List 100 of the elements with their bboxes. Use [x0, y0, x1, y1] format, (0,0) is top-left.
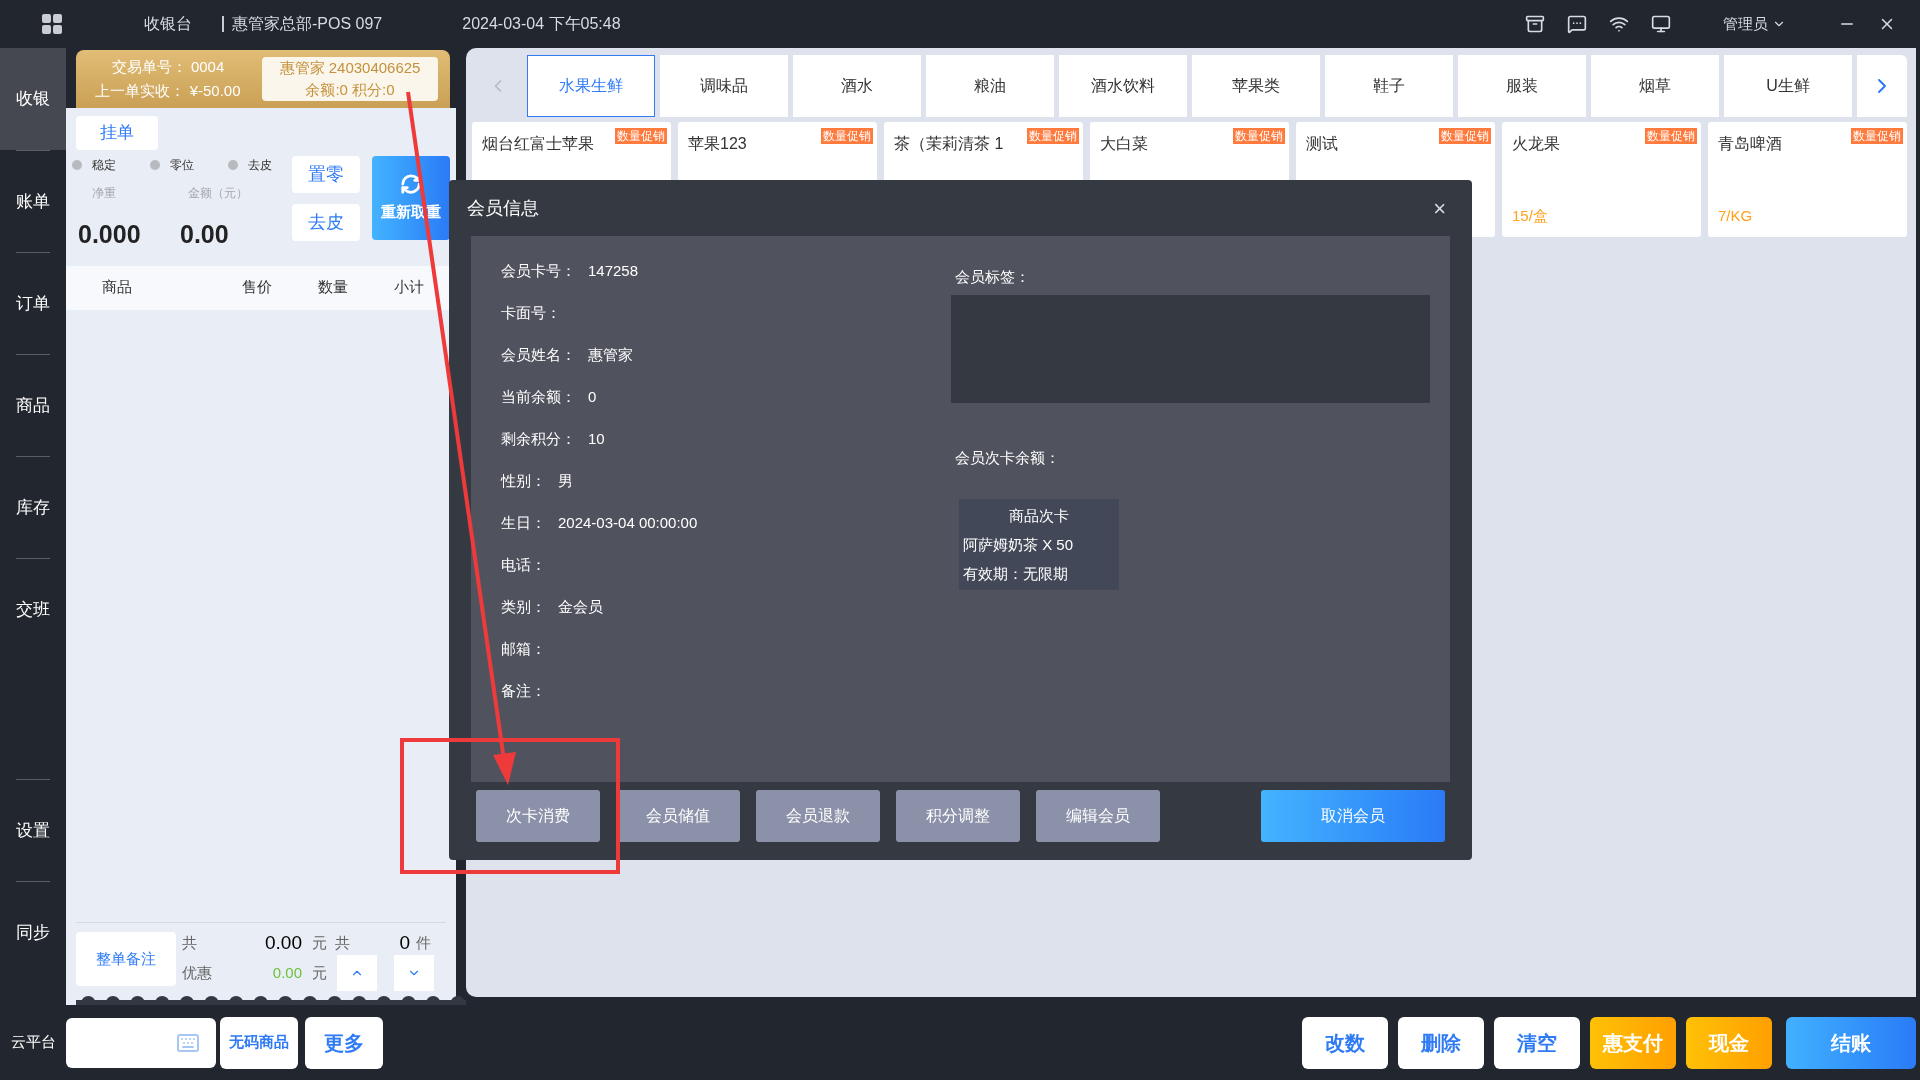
discount-amount: 0.00	[271, 962, 302, 983]
nav-item[interactable]: 收银	[0, 48, 66, 150]
apps-grid-icon[interactable]	[40, 12, 64, 36]
category-tab[interactable]: 烟草	[1591, 55, 1719, 117]
nav-item[interactable]: 账单	[16, 150, 50, 252]
promo-badge: 数量促销	[1851, 128, 1903, 144]
hold-order-button[interactable]: 挂单	[76, 116, 158, 150]
category-tab[interactable]: 酒水	[793, 55, 921, 117]
field-label: 会员卡号：	[501, 260, 576, 281]
card-balance-label: 会员次卡余额：	[955, 447, 1061, 468]
promo-badge: 数量促销	[821, 128, 873, 144]
product-price: 7/KG	[1718, 205, 1753, 226]
status-label: 稳定	[92, 157, 116, 174]
product-name: 大白菜	[1100, 134, 1148, 154]
wifi-icon[interactable]	[1609, 14, 1629, 34]
column-header: 小计	[394, 277, 424, 298]
monitor-icon[interactable]	[1651, 14, 1671, 34]
chat-icon[interactable]	[1567, 14, 1587, 34]
promo-badge: 数量促销	[1645, 128, 1697, 144]
nav-item[interactable]: 云平台	[0, 1031, 66, 1054]
tags-label: 会员标签：	[955, 267, 1031, 287]
product-name: 茶（茉莉清茶 1	[894, 134, 1004, 154]
product-name: 苹果123	[688, 134, 747, 154]
field-value: 惠管家	[588, 344, 633, 365]
nav-item[interactable]: 订单	[16, 252, 50, 354]
category-tab[interactable]: 调味品	[660, 55, 788, 117]
card-validity: 有效期：无限期	[963, 564, 1069, 584]
date-time: 2024-03-04 下午05:48	[462, 14, 621, 34]
refresh-icon	[399, 172, 422, 195]
discount-unit: 元	[312, 962, 327, 983]
total-label: 共	[182, 932, 198, 953]
order-note-button[interactable]: 整单备注	[76, 932, 176, 986]
promo-badge: 数量促销	[615, 128, 667, 144]
field-label: 备注：	[501, 680, 546, 701]
nav-item[interactable]: 设置	[16, 779, 50, 881]
product-name: 测试	[1306, 134, 1338, 154]
category-tab[interactable]: 粮油	[926, 55, 1054, 117]
field-label: 生日：	[501, 512, 546, 533]
promo-badge: 数量促销	[1027, 128, 1079, 144]
nav-item[interactable]: 同步	[16, 881, 50, 983]
nav-item[interactable]: 商品	[16, 354, 50, 456]
column-header: 数量	[318, 277, 349, 298]
field-label: 性别：	[501, 470, 546, 491]
promo-badge: 数量促销	[1439, 128, 1491, 144]
total-unit: 元	[312, 932, 327, 953]
category-tab[interactable]: U生鲜	[1724, 55, 1852, 117]
field-label: 类别：	[501, 596, 546, 617]
field-value: 10	[588, 428, 605, 449]
column-header: 售价	[242, 277, 273, 298]
category-tab[interactable]: 酒水饮料	[1059, 55, 1187, 117]
toolbar-button[interactable]: 无码商品	[220, 1016, 298, 1069]
barcode-input[interactable]	[66, 1017, 216, 1068]
category-tab[interactable]: 鞋子	[1325, 55, 1453, 117]
category-tab[interactable]: 服装	[1458, 55, 1586, 117]
field-label: 当前余额：	[501, 386, 576, 407]
product-name: 火龙果	[1512, 134, 1560, 154]
card-item: 阿萨姆奶茶 X 50	[963, 535, 1075, 555]
field-value: 0	[588, 386, 597, 407]
field-label: 卡面号：	[501, 302, 561, 323]
product-card[interactable]: 火龙果 数量促销 15/盒	[1502, 122, 1701, 237]
status-label: 去皮	[247, 157, 272, 174]
action-button[interactable]: 删除	[1398, 1016, 1484, 1069]
field-label: 邮箱：	[501, 638, 546, 659]
status-label: 零位	[169, 157, 194, 174]
weight-label: 净重	[92, 185, 117, 202]
field-label: 剩余积分：	[501, 428, 576, 449]
action-button[interactable]: 改数	[1302, 1016, 1388, 1069]
field-value: 男	[558, 470, 573, 491]
action-button[interactable]: 清空	[1494, 1016, 1580, 1069]
amount-value: 0.00	[180, 219, 229, 250]
archive-icon[interactable]	[1525, 14, 1545, 34]
nav-item[interactable]: 交班	[16, 558, 50, 660]
count-label: 共	[335, 932, 350, 953]
product-price: 15/盒	[1512, 205, 1548, 226]
field-value: 金会员	[558, 596, 603, 617]
close-button[interactable]: ×	[1433, 191, 1446, 225]
amount-label: 金额（元）	[188, 185, 248, 202]
discount-label: 优惠	[182, 962, 213, 983]
user-menu[interactable]: 管理员	[1723, 12, 1786, 36]
field-label: 电话：	[501, 554, 546, 575]
category-tab[interactable]: 水果生鲜	[527, 55, 655, 117]
app-title: 收银台	[144, 14, 192, 34]
category-tab[interactable]: 苹果类	[1192, 55, 1320, 117]
field-value: 147258	[588, 260, 639, 281]
field-value: 2024-03-04 00:00:00	[558, 512, 698, 533]
trade-number: 交易单号： 0004	[111, 57, 225, 77]
count-unit: 件	[416, 932, 431, 953]
toolbar-button[interactable]: 更多	[305, 1016, 383, 1069]
store-name: 惠管家总部-POS 097	[222, 16, 383, 32]
product-card[interactable]: 青岛啤酒 数量促销 7/KG	[1708, 122, 1907, 237]
product-name: 青岛啤酒	[1718, 134, 1782, 154]
item-count: 0	[398, 930, 410, 955]
weight-value: 0.000	[78, 219, 142, 250]
total-amount: 0.00	[264, 930, 302, 955]
product-name: 烟台红富士苹果	[482, 134, 594, 154]
field-label: 会员姓名：	[501, 344, 576, 365]
zero-button[interactable]: 置零	[291, 156, 360, 193]
nav-item[interactable]: 库存	[16, 456, 50, 558]
tare-button[interactable]: 去皮	[291, 204, 360, 241]
column-header: 商品	[102, 277, 133, 298]
